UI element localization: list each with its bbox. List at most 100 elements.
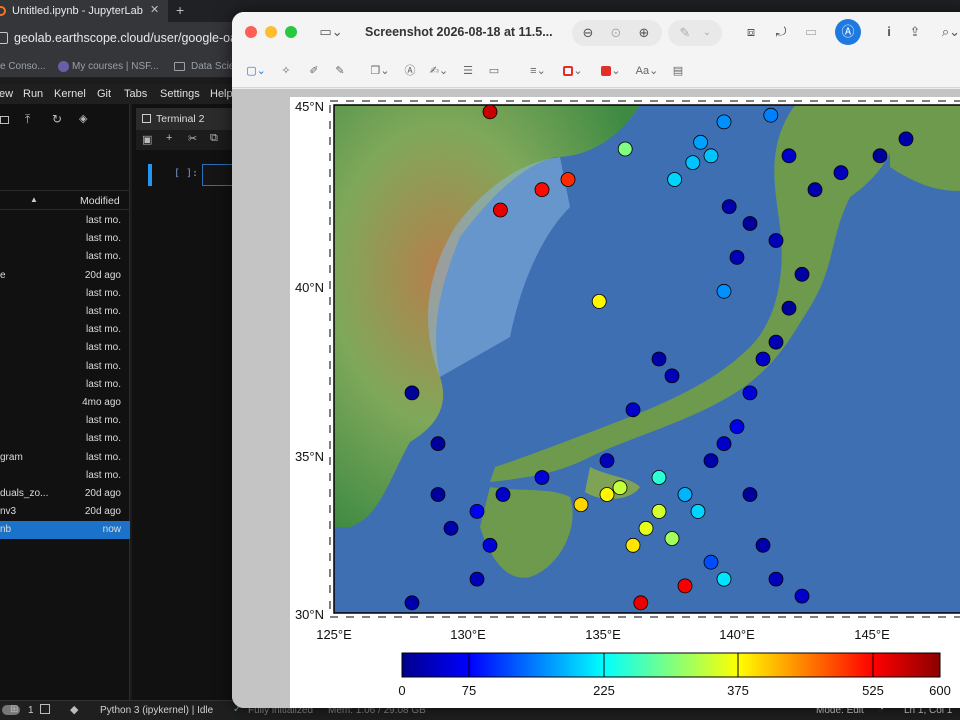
zoom-window-button[interactable] bbox=[285, 26, 297, 38]
line-style-icon[interactable]: ≡⌄ bbox=[526, 62, 550, 80]
file-list-item[interactable]: last mo. bbox=[0, 412, 130, 430]
zoom-in-icon[interactable]: ⊕ bbox=[632, 23, 656, 43]
file-list-item[interactable]: 4mo ago bbox=[0, 394, 130, 412]
page-layout-icon[interactable]: ▭ bbox=[486, 62, 502, 80]
markup-toolbar-button[interactable]: Ⓐ bbox=[835, 19, 861, 45]
file-list-item[interactable]: last mo. bbox=[0, 467, 130, 485]
file-list-item[interactable]: last mo. bbox=[0, 230, 130, 248]
chevron-down-icon[interactable]: ⌄ bbox=[698, 23, 716, 43]
earthquake-point bbox=[742, 385, 758, 401]
file-name: e bbox=[0, 269, 6, 281]
tab-terminal[interactable]: Terminal 2 bbox=[136, 108, 240, 130]
new-folder-icon[interactable] bbox=[0, 116, 9, 124]
draw-icon[interactable]: ✎ bbox=[332, 62, 348, 80]
share-icon[interactable]: ⇪ bbox=[905, 22, 925, 42]
lat-label-40: 40°N bbox=[295, 280, 324, 295]
zoom-controls: ⊖ ⊙ ⊕ bbox=[572, 20, 662, 46]
add-cell-icon[interactable]: + bbox=[166, 132, 172, 144]
minimize-window-button[interactable] bbox=[265, 26, 277, 38]
file-list-item[interactable]: nv3 20d ago bbox=[0, 503, 130, 521]
sketch-icon[interactable]: ✐ bbox=[306, 62, 322, 80]
bookmark-item[interactable]: Data Scie bbox=[191, 61, 234, 72]
file-list-item[interactable]: last mo. bbox=[0, 430, 130, 448]
earthquake-point bbox=[742, 487, 758, 502]
text-style-button[interactable]: Aa⌄ bbox=[634, 62, 660, 80]
bookmark-item[interactable]: My courses | NSF... bbox=[72, 61, 159, 72]
file-list-item[interactable]: last mo. bbox=[0, 212, 130, 230]
earthquake-point bbox=[716, 571, 732, 587]
zoom-out-icon[interactable]: ⊖ bbox=[576, 23, 600, 43]
modified-column-header[interactable]: Modified bbox=[80, 195, 120, 207]
earthquake-point bbox=[768, 334, 784, 350]
file-list-item[interactable]: last mo. bbox=[0, 358, 130, 376]
instant-alpha-icon[interactable]: ✧ bbox=[278, 62, 294, 80]
fill-color-icon[interactable]: ⌄ bbox=[598, 62, 624, 80]
terminal-count-icon: ⊞ bbox=[10, 704, 19, 715]
menu-view[interactable]: ew bbox=[0, 88, 13, 100]
jupyter-main-area: Terminal 2 ▣ + ✂ ⧉ [ ]: bbox=[132, 104, 242, 700]
jupyter-menubar: ew Run Kernel Git Tabs Settings Help bbox=[0, 84, 240, 104]
close-window-button[interactable] bbox=[245, 26, 257, 38]
menu-git[interactable]: Git bbox=[97, 88, 111, 100]
save-icon[interactable]: ▣ bbox=[142, 133, 152, 146]
border-color-icon[interactable]: ⌄ bbox=[560, 62, 586, 80]
file-list-item[interactable]: last mo. bbox=[0, 321, 130, 339]
file-modified: 20d ago bbox=[84, 269, 121, 281]
refresh-icon[interactable]: ↻ bbox=[52, 112, 62, 126]
actual-size-icon[interactable]: ⊙ bbox=[604, 23, 628, 43]
adjust-color-icon[interactable]: ▭ bbox=[798, 22, 824, 42]
crop-icon[interactable]: ⧈ bbox=[740, 22, 762, 42]
git-icon: ◆ bbox=[70, 704, 79, 716]
address-bar[interactable]: geolab.earthscope.cloud/user/google-oaut… bbox=[14, 31, 254, 45]
bookmark-icon bbox=[58, 61, 69, 72]
earthquake-point bbox=[651, 351, 667, 367]
upload-icon[interactable]: ⤒ bbox=[25, 112, 30, 127]
file-list-item[interactable]: last mo. bbox=[0, 339, 130, 357]
sidebar-toggle-icon[interactable]: ▭⌄ bbox=[316, 22, 346, 42]
site-info-icon[interactable] bbox=[0, 32, 8, 44]
kernel-status[interactable]: Python 3 (ipykernel) | Idle bbox=[100, 705, 213, 716]
file-list-item[interactable]: last mo. bbox=[0, 303, 130, 321]
earthquake-point bbox=[703, 148, 719, 164]
file-list-item[interactable]: gram last mo. bbox=[0, 449, 130, 467]
file-list-item[interactable]: last mo. bbox=[0, 248, 130, 266]
menu-settings[interactable]: Settings bbox=[160, 88, 200, 100]
earthquake-point bbox=[560, 172, 576, 187]
copy-icon[interactable]: ⧉ bbox=[210, 132, 218, 145]
colorbar-label-0: 0 bbox=[398, 683, 405, 698]
text-box-icon[interactable]: Ⓐ bbox=[402, 62, 418, 80]
folder-icon bbox=[174, 62, 185, 71]
menu-kernel[interactable]: Kernel bbox=[54, 88, 86, 100]
file-modified: 4mo ago bbox=[82, 397, 121, 408]
file-list-item[interactable]: last mo. bbox=[0, 285, 130, 303]
close-icon[interactable]: ✕ bbox=[150, 3, 159, 16]
adjust-icon[interactable]: ☰ bbox=[460, 62, 476, 80]
file-list-item[interactable]: e 20d ago bbox=[0, 267, 130, 285]
earthquake-point bbox=[664, 368, 680, 384]
new-tab-icon[interactable]: + bbox=[176, 2, 184, 18]
selection-tool-icon[interactable]: ▢⌄ bbox=[244, 62, 268, 80]
file-list-item[interactable]: duals_zo... 20d ago bbox=[0, 485, 130, 503]
colorbar-label-225: 225 bbox=[593, 683, 615, 698]
search-icon[interactable]: ⌕⌄ bbox=[938, 22, 960, 42]
file-modified: last mo. bbox=[85, 342, 121, 354]
earthquake-point bbox=[721, 199, 737, 214]
highlight-pen-icon[interactable]: ✎ bbox=[674, 23, 696, 43]
cut-icon[interactable]: ✂ bbox=[188, 132, 197, 145]
lon-label-125: 125°E bbox=[316, 627, 352, 642]
note-icon[interactable]: ▤ bbox=[670, 62, 686, 80]
info-icon[interactable]: i bbox=[880, 22, 898, 42]
browser-tab-active[interactable]: Untitled.ipynb - JupyterLab ✕ bbox=[0, 0, 168, 22]
rotate-icon[interactable]: ⤾ bbox=[770, 22, 792, 42]
git-clone-icon[interactable]: ◈ bbox=[79, 112, 87, 125]
bookmark-item[interactable]: e Conso... bbox=[0, 61, 46, 72]
shapes-icon[interactable]: ❐⌄ bbox=[368, 62, 392, 80]
file-list-item[interactable]: nb now bbox=[0, 521, 130, 540]
earthquake-point bbox=[495, 487, 511, 502]
sort-ascending-icon[interactable]: ▲ bbox=[30, 195, 38, 204]
menu-tabs[interactable]: Tabs bbox=[124, 88, 147, 100]
sign-icon[interactable]: ✍⌄ bbox=[426, 62, 452, 80]
menu-help[interactable]: Help bbox=[210, 88, 233, 100]
file-list-item[interactable]: last mo. bbox=[0, 376, 130, 394]
menu-run[interactable]: Run bbox=[23, 88, 43, 100]
